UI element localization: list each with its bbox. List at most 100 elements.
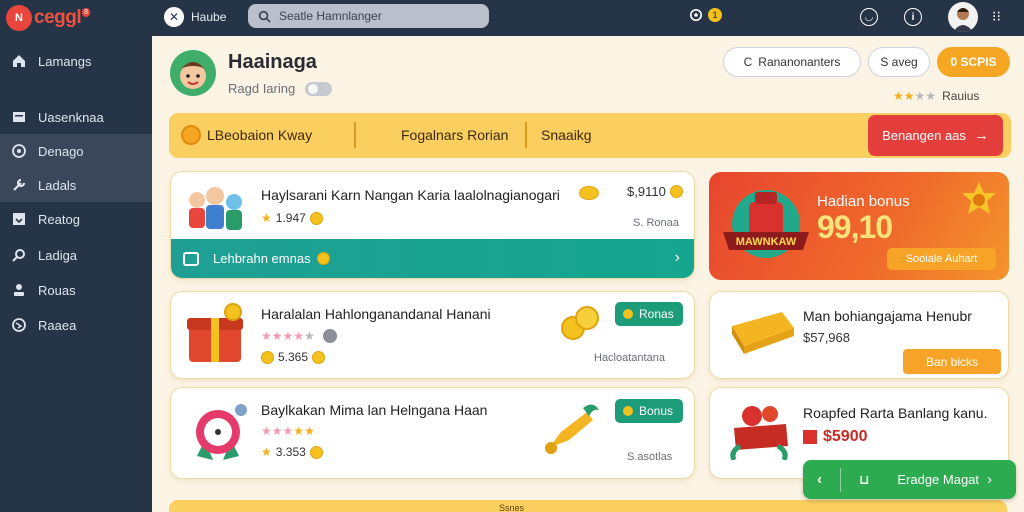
wallet-icon (183, 251, 199, 266)
card-points-value: 3.353 (275, 445, 306, 459)
side-card-title: Man bohiangajama Henubr (803, 308, 972, 324)
emoji-icon[interactable]: ◡ (860, 8, 878, 26)
card-points-value: 1.947 (275, 211, 306, 225)
offer-card[interactable]: Baylkakan Mima lan Helngana Haan ★ ★ ★ ★… (170, 387, 695, 479)
home-link[interactable]: ✕ Haube (164, 7, 226, 27)
sidebar-item-label: Ladals (38, 177, 77, 193)
coin-stack-icon (561, 306, 599, 340)
banner-segment-2[interactable]: Fogalnars Rorian (401, 127, 508, 143)
tray-icon (10, 210, 28, 228)
card-price: $,9110 (627, 184, 687, 199)
card-points-value: 5.365 (278, 350, 309, 364)
side-card-button[interactable]: Ban bicks (903, 349, 1001, 374)
tag-icon (803, 430, 817, 444)
card-points: ★ 3.353 (261, 445, 327, 459)
star-icon: ★ (282, 329, 294, 343)
banner-cta-label: Benangen aas (882, 128, 966, 143)
side-card-price-value: $5900 (823, 428, 868, 445)
sidebar-item-raaea[interactable]: Raaea (0, 308, 152, 342)
info-icon[interactable]: i (904, 8, 922, 26)
coin-icon (181, 125, 201, 145)
banner-cta-button[interactable]: Benangen aas → (868, 115, 1003, 156)
bonus-tag[interactable]: Bonus (615, 399, 683, 423)
bottom-banner-label: Ssnes (499, 503, 525, 512)
side-card-price: $5900 (803, 428, 868, 446)
sidebar-item-label: Lamangs (38, 53, 92, 69)
star-icon: ★ (282, 424, 294, 438)
sidebar-item-label: Rouas (38, 282, 76, 298)
info-icon (322, 329, 337, 343)
badge-star-icon (962, 182, 996, 214)
sidebar-item-denago[interactable]: Denago (0, 134, 152, 168)
card-subtext: Hacloatantana (594, 352, 665, 364)
category-banner: LBeobaion Kway Fogalnars Rorian Snaaikg … (169, 113, 1011, 158)
back-arrow-icon[interactable]: ‹ (817, 471, 822, 488)
sidebar-item-ladals[interactable]: Ladals (0, 168, 152, 202)
sidebar-item-uasenknaa[interactable]: Uasenknaa (0, 100, 152, 134)
sidebar-item-rouas[interactable]: Rouas (0, 273, 152, 307)
profile-toggle[interactable] (305, 81, 333, 96)
profile-avatar (170, 50, 216, 96)
divider (840, 467, 841, 492)
star-icon: ★ (903, 89, 915, 103)
grid-icon: ⊔ (859, 471, 870, 487)
refresh-icon: C (743, 55, 753, 69)
star-icon: ★ (914, 89, 926, 103)
globe-icon (10, 316, 28, 334)
sidebar-item-lamangs[interactable]: Lamangs (0, 44, 152, 78)
banner-segment-1[interactable]: LBeobaion Kway (207, 127, 312, 143)
rating-summary: ★ ★ ★ ★ Rauius (893, 89, 979, 103)
search-input[interactable]: Seatle Hamnlanger (248, 4, 489, 28)
profile-subtitle-text: Ragd Iaring (228, 81, 296, 96)
rananonanters-label: Rananonanters (758, 55, 841, 69)
sidebar: Lamangs Uasenknaa Denago Ladals Reatog L… (0, 36, 152, 512)
orange-action-button[interactable]: 0 SCPIS (937, 47, 1010, 77)
offer-card[interactable]: Haylsarani Karn Nangan Karia laalolnagia… (170, 171, 695, 279)
offer-card[interactable]: Haralalan Hahlonganandanal Hanani ★ ★ ★ … (170, 291, 695, 379)
trumpet-icon (545, 404, 599, 454)
rananonanters-button[interactable]: C Rananonanters (723, 47, 861, 77)
home-label: Haube (191, 10, 227, 24)
orange-action-label: 0 SCPIS (950, 55, 997, 69)
bonus-tag-label: Bonus (639, 404, 674, 418)
search-placeholder: Seatle Hamnlanger (279, 9, 382, 23)
coin-icon (309, 211, 323, 225)
card-footer-label: Lehbrahn emnas (213, 251, 311, 266)
coin-icon (312, 350, 326, 364)
app-logo[interactable]: N ceggl 8 (6, 5, 91, 31)
user-avatar[interactable] (948, 2, 978, 32)
star-icon: ★ (293, 329, 305, 343)
card-title: Haralalan Hahlonganandanal Hanani (261, 306, 491, 322)
side-card-price: $57,968 (803, 330, 850, 345)
notifications-button[interactable]: 1 (689, 8, 722, 22)
save-button[interactable]: S aveg (868, 47, 930, 77)
settings-sliders-icon[interactable]: ⁝⁝ (992, 8, 1001, 25)
card-rating: ★ ★ ★ ★ ★ (261, 424, 315, 438)
star-icon: ★ (304, 329, 315, 343)
banner-segment-3[interactable]: Snaaikg (541, 127, 592, 143)
divider (525, 122, 527, 148)
star-icon: ★ (271, 329, 283, 343)
bonus-hero-card[interactable]: MAWNKAW Hadian bonus 99,10 Sooiale Auhar… (709, 172, 1009, 280)
medal-icon (196, 404, 247, 460)
side-offer-card[interactable]: Man bohiangajama Henubr $57,968 Ban bick… (709, 291, 1009, 379)
logo-text: ceggl (34, 7, 82, 28)
person-icon (10, 281, 28, 299)
sidebar-item-ladiga[interactable]: Ladiga (0, 238, 152, 272)
top-bar: N ceggl 8 ✕ Haube Seatle Hamnlanger 1 ◡ … (0, 0, 1024, 36)
logo-superscript: 8 (82, 7, 91, 17)
home-icon: ✕ (164, 7, 184, 27)
hero-amount: 99,10 (817, 209, 893, 245)
sidebar-item-reatog[interactable]: Reatog (0, 202, 152, 236)
notification-badge: 1 (708, 8, 722, 22)
floating-action-bar[interactable]: ‹ ⊔ Eradge Magat › (803, 460, 1016, 499)
logo-mark: N (6, 5, 32, 31)
floating-action-label: Eradge Magat (897, 472, 980, 487)
sidebar-item-label: Raaea (38, 317, 77, 333)
card-price-sub: S. Ronaa (633, 217, 679, 229)
card-footer-link[interactable]: Lehbrahn emnas › (171, 239, 694, 278)
bonus-tag[interactable]: Ronas (615, 302, 683, 326)
profile-name: Haainaga (228, 51, 317, 73)
hero-title: Hadian bonus (817, 193, 910, 210)
hero-button[interactable]: Sooiale Auhart (887, 248, 996, 270)
